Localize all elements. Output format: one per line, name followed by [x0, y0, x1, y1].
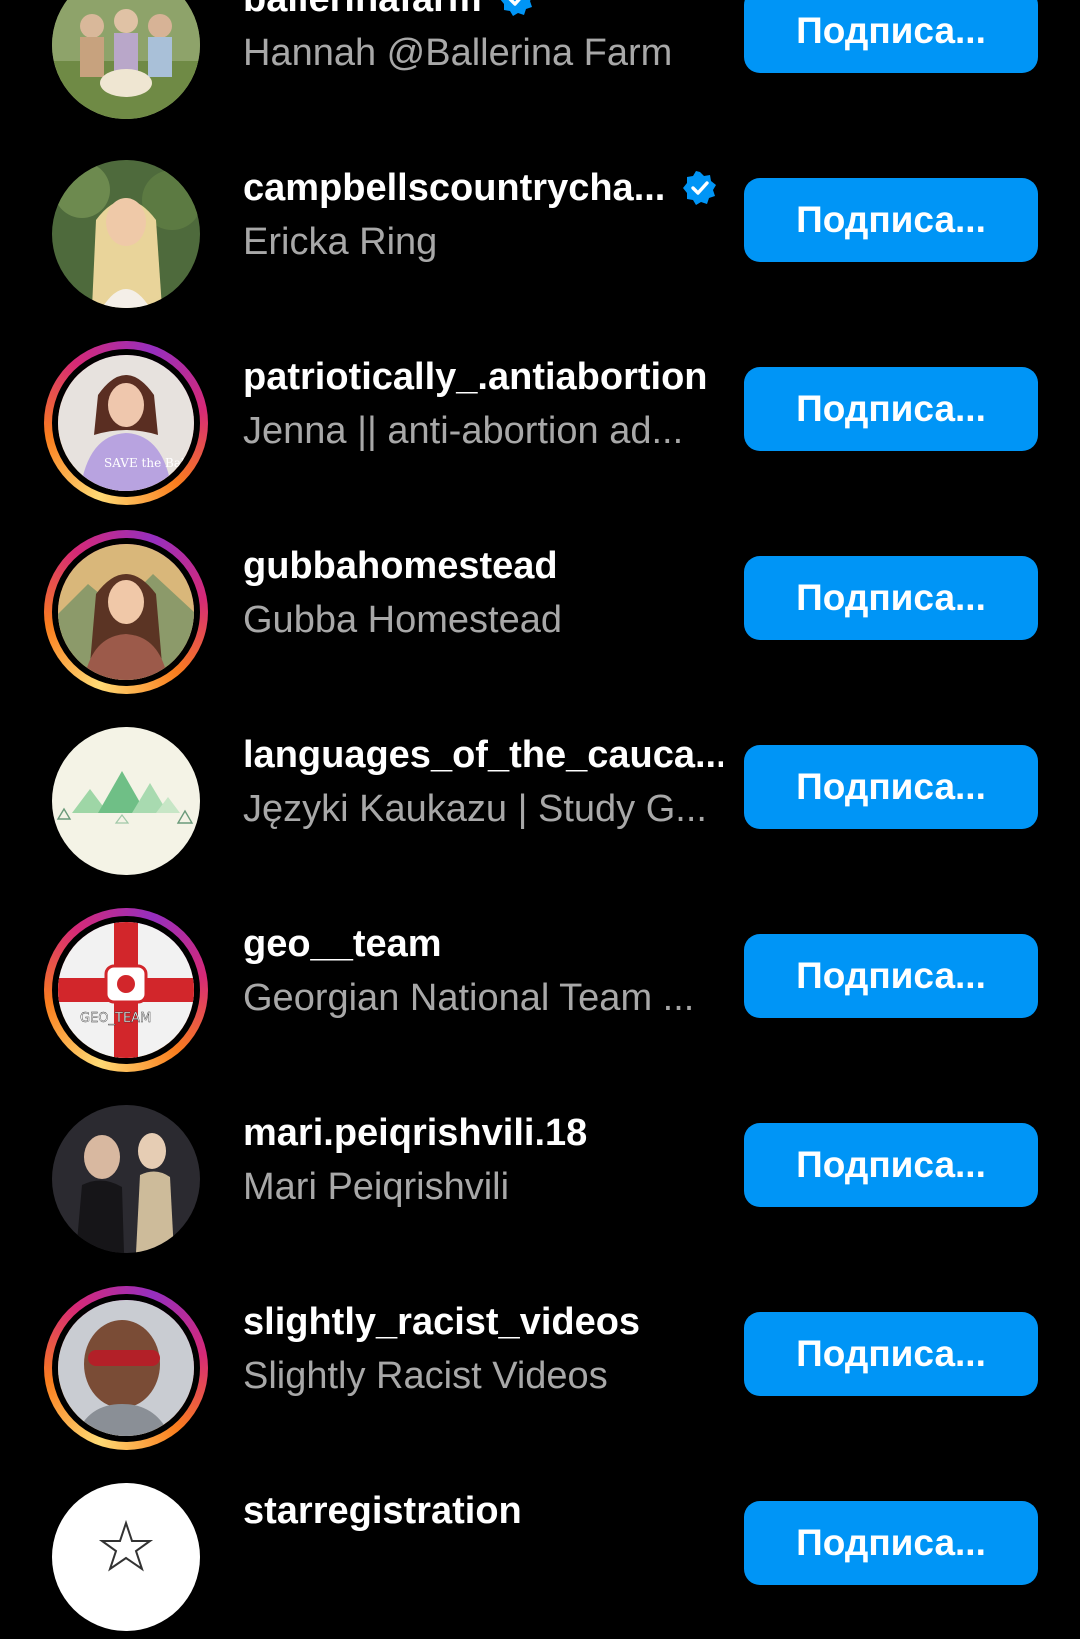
username[interactable]: geo__team — [243, 920, 442, 968]
avatar[interactable] — [44, 719, 208, 883]
username[interactable]: campbellscountrycha... — [243, 164, 665, 212]
list-item[interactable]: gubbahomestead Gubba Homestead Подписа..… — [0, 504, 1080, 694]
avatar[interactable] — [44, 1475, 208, 1639]
full-name: Języki Kaukazu | Study G... — [243, 788, 707, 830]
username[interactable]: starregistration — [243, 1487, 522, 1535]
avatar-logo-text: GEO_TEAM — [80, 1011, 151, 1026]
list-item[interactable]: ballerinafarm Hannah @Ballerina Farm Под… — [0, 0, 1080, 126]
username[interactable]: slightly_racist_videos — [243, 1298, 640, 1346]
follow-button[interactable]: Подписа... — [744, 1501, 1038, 1585]
list-item[interactable]: slightly_racist_videos Slightly Racist V… — [0, 1260, 1080, 1450]
verified-badge-icon — [500, 0, 532, 16]
mountains-logo-avatar-icon — [52, 727, 200, 875]
photo-avatar-icon — [52, 1105, 200, 1253]
illustrated-portrait-avatar-icon — [58, 544, 194, 680]
follow-button[interactable]: Подписа... — [744, 1123, 1038, 1207]
username[interactable]: patriotically_.antiabortion — [243, 353, 708, 401]
list-item[interactable]: SAVE the Babies patriotically_.antiabort… — [0, 315, 1080, 505]
full-name: Jenna || anti-abortion ad... — [243, 410, 684, 452]
follow-button[interactable]: Подписа... — [744, 556, 1038, 640]
avatar[interactable] — [44, 152, 208, 316]
portrait-avatar-icon — [52, 160, 200, 308]
follow-button[interactable]: Подписа... — [744, 367, 1038, 451]
list-item[interactable]: mari.peiqrishvili.18 Mari Peiqrishvili П… — [0, 1071, 1080, 1260]
follow-button[interactable]: Подписа... — [744, 0, 1038, 73]
full-name: Ericka Ring — [243, 221, 438, 263]
follow-button[interactable]: Подписа... — [744, 745, 1038, 829]
username[interactable]: languages_of_the_cauca... — [243, 731, 723, 779]
avatar-story-ring[interactable] — [44, 530, 208, 694]
list-item[interactable]: languages_of_the_cauca... Języki Kaukazu… — [0, 693, 1080, 882]
avatar-story-ring[interactable]: GEO_TEAM — [44, 908, 208, 1072]
username[interactable]: ballerinafarm — [243, 0, 482, 23]
username[interactable]: gubbahomestead — [243, 542, 558, 590]
shirt-logo: SAVE the Babies — [104, 456, 194, 470]
avatar-story-ring[interactable]: SAVE the Babies — [44, 341, 208, 505]
follow-button[interactable]: Подписа... — [744, 934, 1038, 1018]
list-item[interactable]: starregistration Подписа... — [0, 1449, 1080, 1638]
follow-button[interactable]: Подписа... — [744, 1312, 1038, 1396]
full-name: Hannah @Ballerina Farm — [243, 32, 673, 74]
full-name: Mari Peiqrishvili — [243, 1166, 510, 1208]
georgian-flag-avatar-icon: GEO_TEAM — [58, 922, 194, 1058]
avatar[interactable] — [44, 1097, 208, 1261]
full-name: Georgian National Team ... — [243, 977, 695, 1019]
avatar-story-ring[interactable] — [44, 1286, 208, 1450]
family-photo-avatar-icon — [52, 0, 200, 119]
full-name: Gubba Homestead — [243, 599, 562, 641]
username[interactable]: mari.peiqrishvili.18 — [243, 1109, 587, 1157]
list-item[interactable]: campbellscountrycha... Ericka Ring Подпи… — [0, 126, 1080, 315]
verified-badge-icon — [683, 171, 717, 205]
following-list: ballerinafarm Hannah @Ballerina Farm Под… — [0, 0, 1080, 1638]
follow-button[interactable]: Подписа... — [744, 178, 1038, 262]
full-name: Slightly Racist Videos — [243, 1355, 608, 1397]
star-logo-avatar-icon — [52, 1483, 200, 1631]
portrait-avatar-icon: SAVE the Babies — [58, 355, 194, 491]
photo-avatar-icon — [58, 1300, 194, 1436]
list-item[interactable]: GEO_TEAM geo__team Georgian National Tea… — [0, 882, 1080, 1072]
avatar[interactable] — [44, 0, 208, 127]
